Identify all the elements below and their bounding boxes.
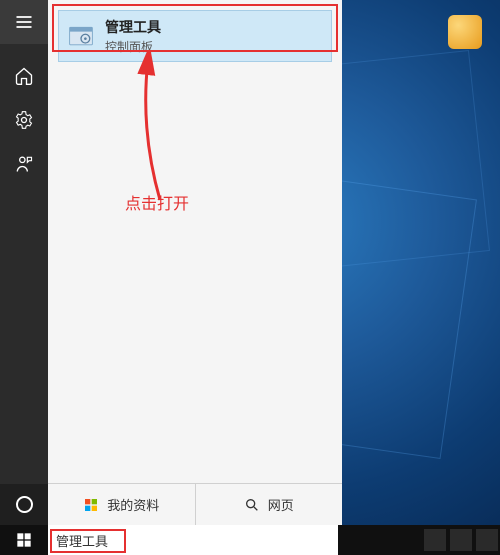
best-match-result[interactable]: 管理工具 控制面板 (58, 10, 332, 62)
search-input[interactable] (56, 533, 330, 548)
admin-tools-icon (67, 22, 95, 50)
tab-web-label: 网页 (268, 495, 294, 514)
home-icon (14, 66, 34, 86)
feedback-button[interactable] (0, 142, 48, 186)
hamburger-icon (14, 12, 34, 32)
settings-button[interactable] (0, 98, 48, 142)
best-match-subtitle: 控制面板 (105, 38, 161, 55)
tray-item-3[interactable] (476, 529, 498, 551)
system-tray (424, 525, 498, 555)
tab-my-stuff[interactable]: 我的资料 (48, 484, 195, 525)
home-button[interactable] (0, 54, 48, 98)
search-scope-tabs: 我的资料 网页 (48, 483, 342, 525)
tray-item-2[interactable] (450, 529, 472, 551)
start-search-panel: 管理工具 控制面板 我的资料 网页 (48, 0, 342, 525)
taskbar-search-box[interactable] (48, 525, 338, 555)
start-button[interactable] (0, 525, 48, 555)
search-results-empty-area (48, 62, 342, 483)
hamburger-menu-button[interactable] (0, 0, 48, 44)
tab-my-stuff-label: 我的资料 (107, 495, 159, 514)
best-match-title: 管理工具 (105, 17, 161, 37)
recycle-bin-icon (448, 15, 482, 49)
tray-item-1[interactable] (424, 529, 446, 551)
tab-web[interactable]: 网页 (195, 484, 343, 525)
person-feedback-icon (14, 154, 34, 174)
cortana-ring-icon (16, 496, 33, 513)
windows-icon (83, 497, 99, 513)
start-left-rail (0, 0, 48, 525)
gear-icon (14, 110, 34, 130)
cortana-button[interactable] (0, 484, 48, 525)
desktop-recycle-bin[interactable] (445, 15, 485, 51)
windows-logo-icon (16, 532, 32, 548)
search-icon (244, 497, 260, 513)
